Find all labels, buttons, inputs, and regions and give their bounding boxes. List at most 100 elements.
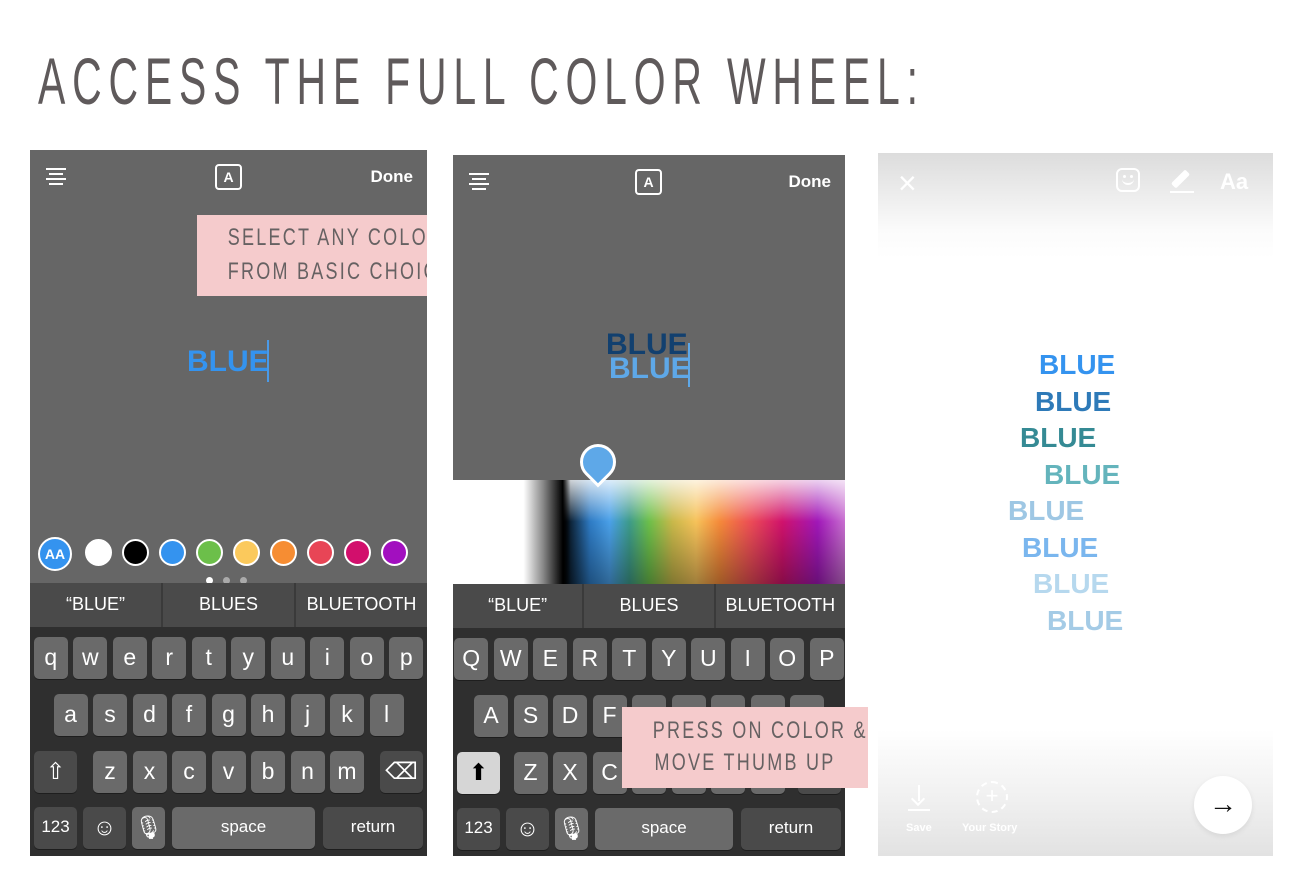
key-v[interactable]: v — [211, 751, 246, 793]
story-text-layer[interactable]: BLUE — [1022, 532, 1098, 564]
key-t[interactable]: T — [612, 638, 647, 680]
key-d[interactable]: d — [132, 694, 167, 736]
color-swatch-purple[interactable] — [381, 539, 408, 566]
add-story-icon[interactable]: + — [976, 781, 1008, 813]
key-r[interactable]: R — [572, 638, 607, 680]
arrow-right-icon: → — [1209, 788, 1237, 819]
space-key[interactable]: space — [595, 808, 733, 850]
text-tool-button[interactable]: Aa — [1220, 169, 1248, 195]
color-wheel-gradient[interactable] — [453, 480, 845, 584]
story-text-layer[interactable]: BLUE — [1020, 422, 1096, 454]
key-h[interactable]: h — [251, 694, 285, 736]
callout-line: FROM BASIC CHOICES — [227, 258, 427, 285]
delete-key[interactable]: ⌫ — [380, 751, 423, 793]
return-key[interactable]: return — [323, 807, 423, 849]
typed-text[interactable]: BLUE — [187, 345, 269, 379]
suggestion-item[interactable]: BLUES — [163, 583, 296, 627]
pen-icon[interactable] — [1170, 167, 1194, 193]
key-i[interactable]: i — [310, 637, 345, 679]
key-o[interactable]: o — [349, 637, 384, 679]
key-r[interactable]: r — [152, 637, 187, 679]
suggestion-item[interactable]: “BLUE” — [453, 584, 585, 628]
key-c[interactable]: c — [172, 751, 206, 793]
key-y[interactable]: Y — [651, 638, 686, 680]
color-swatch-red[interactable] — [307, 539, 334, 566]
key-y[interactable]: y — [231, 637, 266, 679]
numbers-key[interactable]: 123 — [457, 808, 500, 850]
key-x[interactable]: X — [553, 752, 587, 794]
story-text-layer[interactable]: BLUE — [1044, 459, 1120, 491]
key-a[interactable]: A — [474, 695, 508, 737]
story-text-layer[interactable]: BLUE — [1039, 349, 1115, 381]
key-s[interactable]: S — [513, 695, 548, 737]
close-icon[interactable]: × — [898, 165, 917, 202]
text-style-button[interactable]: A — [215, 164, 242, 190]
suggestion-item[interactable]: “BLUE” — [30, 583, 163, 627]
your-story-label[interactable]: Your Story — [962, 822, 1017, 834]
key-i[interactable]: I — [730, 638, 765, 680]
key-l[interactable]: l — [369, 694, 404, 736]
key-n[interactable]: n — [290, 751, 325, 793]
key-z[interactable]: z — [93, 751, 127, 793]
suggestion-item[interactable]: BLUETOOTH — [716, 584, 845, 628]
shift-key[interactable]: ⇧ — [34, 751, 77, 793]
next-button[interactable]: → — [1194, 776, 1252, 834]
shift-key[interactable]: ⬆ — [457, 752, 500, 794]
color-swatch-green[interactable] — [196, 539, 223, 566]
story-text-layer[interactable]: BLUE — [1008, 495, 1084, 527]
key-e[interactable]: E — [533, 638, 568, 680]
microphone-key[interactable]: 🎙 — [132, 807, 165, 849]
space-key[interactable]: space — [172, 807, 315, 849]
key-e[interactable]: e — [112, 637, 147, 679]
microphone-key[interactable]: 🎙 — [555, 808, 588, 850]
key-a[interactable]: a — [53, 694, 88, 736]
key-f[interactable]: f — [172, 694, 206, 736]
key-w[interactable]: w — [73, 637, 108, 679]
story-text-layer[interactable]: BLUE — [1047, 605, 1123, 637]
key-b[interactable]: b — [251, 751, 285, 793]
key-p[interactable]: p — [389, 637, 424, 679]
typed-text[interactable]: BLUE — [609, 352, 691, 386]
done-button[interactable]: Done — [789, 172, 832, 192]
emoji-key[interactable]: ☺ — [506, 808, 549, 850]
key-m[interactable]: m — [330, 751, 364, 793]
color-swatch-black[interactable] — [122, 539, 149, 566]
key-u[interactable]: u — [270, 637, 305, 679]
sticker-icon[interactable] — [1116, 168, 1140, 192]
key-z[interactable]: Z — [513, 752, 548, 794]
numbers-key[interactable]: 123 — [34, 807, 77, 849]
color-swatch-blue[interactable] — [159, 539, 186, 566]
emoji-key[interactable]: ☺ — [83, 807, 126, 849]
suggestion-bar: “BLUE” BLUES BLUETOOTH — [453, 584, 845, 628]
align-center-icon[interactable] — [469, 173, 489, 191]
align-center-icon[interactable] — [46, 168, 66, 186]
key-u[interactable]: U — [691, 638, 726, 680]
key-k[interactable]: k — [330, 694, 364, 736]
key-p[interactable]: P — [809, 638, 844, 680]
key-s[interactable]: s — [93, 694, 127, 736]
key-t[interactable]: t — [191, 637, 226, 679]
panel-basic-colors: A Done SELECT ANY COLOR FROM BASIC CHOIC… — [30, 150, 427, 856]
suggestion-item[interactable]: BLUETOOTH — [296, 583, 427, 627]
text-style-button[interactable]: A — [635, 169, 662, 195]
key-g[interactable]: g — [211, 694, 246, 736]
color-swatch-magenta[interactable] — [344, 539, 371, 566]
key-x[interactable]: x — [132, 751, 167, 793]
key-j[interactable]: j — [290, 694, 325, 736]
save-label[interactable]: Save — [906, 822, 932, 834]
color-swatch-yellow[interactable] — [233, 539, 260, 566]
return-key[interactable]: return — [741, 808, 841, 850]
color-swatch-white[interactable] — [85, 539, 112, 566]
key-q[interactable]: q — [33, 637, 68, 679]
color-swatch-orange[interactable] — [270, 539, 297, 566]
story-text-layer[interactable]: BLUE — [1033, 568, 1109, 600]
key-d[interactable]: D — [553, 695, 587, 737]
key-q[interactable]: Q — [454, 638, 489, 680]
text-background-toggle[interactable]: AA — [38, 537, 72, 571]
key-w[interactable]: W — [493, 638, 528, 680]
done-button[interactable]: Done — [371, 167, 414, 187]
download-icon[interactable] — [908, 785, 930, 811]
story-text-layer[interactable]: BLUE — [1035, 386, 1111, 418]
suggestion-item[interactable]: BLUES — [584, 584, 716, 628]
key-o[interactable]: O — [770, 638, 805, 680]
